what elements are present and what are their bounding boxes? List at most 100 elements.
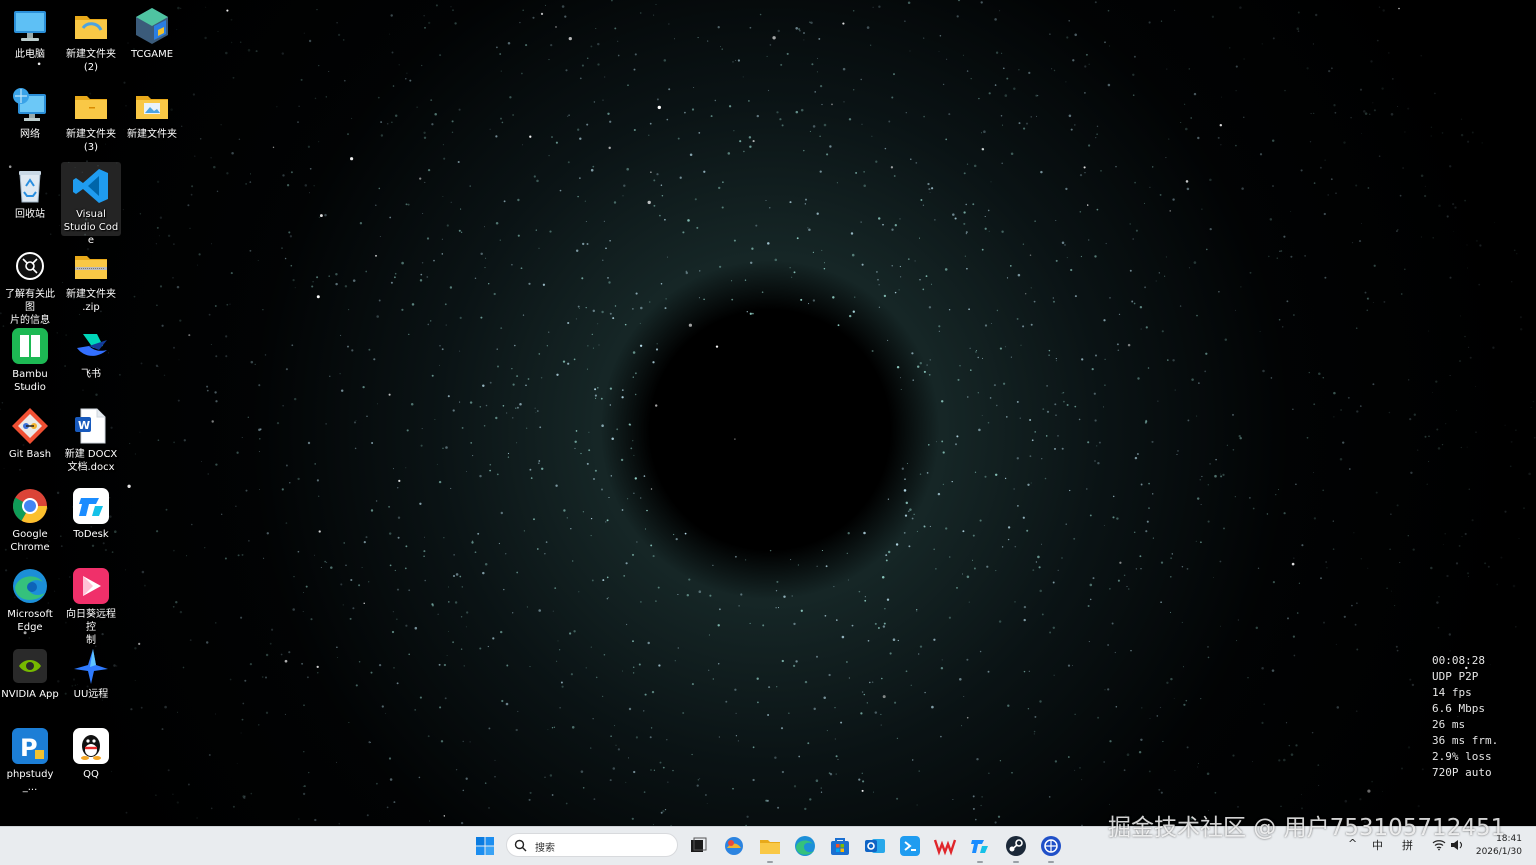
desktop-icon-label: Git Bash bbox=[8, 449, 52, 460]
task-view-button[interactable] bbox=[686, 834, 710, 858]
desktop-icon-network[interactable]: 网络 bbox=[0, 82, 60, 160]
svg-text:W: W bbox=[78, 419, 90, 432]
desktop-icon-phpstudy[interactable]: P phpstudy_... bbox=[0, 722, 60, 800]
todesk-icon bbox=[971, 840, 988, 853]
edge-taskbar-button[interactable] bbox=[793, 834, 817, 858]
desktop-icon-label: QQ bbox=[83, 769, 99, 780]
widgets-icon bbox=[725, 837, 743, 855]
watermark-text: 掘金技术社区 @ 用户753105712451 bbox=[1108, 815, 1506, 841]
zip-folder-icon bbox=[75, 256, 107, 279]
wps-button[interactable] bbox=[933, 834, 957, 858]
store-icon bbox=[831, 838, 849, 855]
folder-icon bbox=[75, 96, 107, 119]
desktop-icon-label: Google Chrome bbox=[10, 529, 50, 553]
file-explorer-icon bbox=[760, 840, 780, 854]
desktop-icon-label: 此电脑 bbox=[15, 49, 45, 60]
stats-protocol: UDP P2P bbox=[1432, 670, 1479, 683]
desktop-icon-spotlight[interactable]: 了解有关此图 片的信息 bbox=[0, 242, 60, 326]
desktop-icon-label: UU远程 bbox=[73, 689, 109, 700]
widgets-button[interactable] bbox=[722, 834, 746, 858]
desktop-icon-bambu-studio[interactable]: Bambu Studio bbox=[0, 322, 60, 400]
phpstudy-icon: P bbox=[12, 728, 48, 764]
qq-icon bbox=[73, 728, 109, 764]
todesk-taskbar-button[interactable] bbox=[968, 834, 992, 863]
todesk-icon bbox=[73, 488, 109, 524]
desktop-icon-this-pc[interactable]: 此电脑 bbox=[0, 2, 60, 80]
steam-icon bbox=[1006, 836, 1026, 856]
stats-resolution: 720P auto bbox=[1432, 766, 1492, 779]
desktop-icon-label: NVIDIA App bbox=[1, 689, 59, 700]
outlook-icon bbox=[865, 839, 885, 853]
desktop-icon-label: ToDesk bbox=[73, 529, 109, 540]
stats-frame-time: 36 ms frm. bbox=[1432, 734, 1499, 747]
desktop-icon-label: TCGAME bbox=[130, 49, 174, 60]
stream-stats-overlay: 00:08:28 UDP P2P 14 fps 6.6 Mbps 26 ms 3… bbox=[1432, 653, 1498, 781]
desktop-icon-nvidia-app[interactable]: NVIDIA App bbox=[0, 642, 60, 720]
windows-start-icon bbox=[476, 837, 494, 855]
file-explorer-button[interactable] bbox=[758, 834, 782, 863]
desktop-icon-label: 回收站 bbox=[15, 209, 45, 220]
vscode-app-icon bbox=[900, 836, 920, 856]
task-view-icon bbox=[691, 837, 707, 852]
wps-icon bbox=[933, 839, 957, 856]
stats-time: 00:08:28 bbox=[1432, 654, 1485, 667]
desktop-icon-new-folder-zip[interactable]: 新建文件夹 .zip bbox=[61, 242, 121, 320]
search-placeholder: 搜索 bbox=[535, 843, 555, 854]
sunlogin-icon bbox=[73, 568, 109, 604]
taskbar-search[interactable]: 搜索 bbox=[506, 833, 678, 857]
desktop-icon-new-folder[interactable]: 新建文件夹 bbox=[122, 82, 182, 160]
desktop-icon-tcgame[interactable]: TCGAME bbox=[122, 2, 182, 80]
desktop-icon-sunlogin[interactable]: 向日葵远程控 制 bbox=[61, 562, 121, 646]
chrome-icon bbox=[13, 489, 47, 523]
bambu-studio-icon bbox=[12, 328, 48, 364]
desktop-icon-label: Bambu Studio bbox=[12, 369, 48, 393]
svg-text:P: P bbox=[20, 734, 38, 762]
vscode-icon bbox=[73, 169, 108, 203]
starfield-wallpaper bbox=[0, 0, 1536, 826]
desktop-icon-new-docx[interactable]: W 新建 DOCX 文档.docx bbox=[61, 402, 121, 480]
network-icon bbox=[13, 88, 46, 121]
spotlight-icon bbox=[16, 252, 44, 280]
folder-icon bbox=[75, 16, 107, 39]
folder-icon bbox=[136, 96, 168, 119]
stats-fps: 14 fps bbox=[1432, 686, 1472, 699]
desktop-icon-new-folder-3[interactable]: 新建文件夹 (3) bbox=[61, 82, 121, 160]
desktop-icon-visual-studio-code[interactable]: Visual Studio Code bbox=[61, 162, 121, 246]
edge-icon bbox=[795, 836, 815, 856]
desktop-icon-recycle-bin[interactable]: 回收站 bbox=[0, 162, 60, 240]
desktop-icon-label: 新建 DOCX 文档.docx bbox=[64, 449, 118, 473]
clock-date: 2026/1/30 bbox=[1475, 847, 1522, 857]
this-pc-icon bbox=[14, 11, 46, 41]
desktop-icon-todesk[interactable]: ToDesk bbox=[61, 482, 121, 560]
desktop-icon-uu-remote[interactable]: UU远程 bbox=[61, 642, 121, 720]
desktop-icon-label: Microsoft Edge bbox=[7, 609, 53, 633]
desktop-icon-label: 飞书 bbox=[81, 369, 101, 380]
desktop-icon-label: 新建文件夹 .zip bbox=[66, 289, 116, 313]
desktop-wallpaper: 此电脑 网络 回收站 了解有关此图 片的信息 Bambu Studio Git … bbox=[0, 0, 1536, 826]
outlook-button[interactable] bbox=[863, 834, 887, 858]
search-icon bbox=[514, 839, 527, 852]
desktop-icon-git-bash[interactable]: Git Bash bbox=[0, 402, 60, 480]
desktop-icon-qq[interactable]: QQ bbox=[61, 722, 121, 800]
desktop-icon-google-chrome[interactable]: Google Chrome bbox=[0, 482, 60, 560]
nvidia-icon bbox=[13, 649, 47, 683]
edge-icon bbox=[13, 569, 47, 603]
word-doc-icon: W bbox=[75, 408, 106, 444]
steam-button[interactable] bbox=[1004, 834, 1028, 863]
uu-remote-icon bbox=[74, 649, 108, 684]
network-tool-icon bbox=[1041, 836, 1061, 856]
desktop-icon-label: 新建文件夹 bbox=[127, 129, 177, 140]
vscode-taskbar-button[interactable] bbox=[898, 834, 922, 858]
store-button[interactable] bbox=[828, 834, 852, 858]
stats-latency: 26 ms bbox=[1432, 718, 1466, 731]
desktop-icon-new-folder-2[interactable]: 新建文件夹 (2) bbox=[61, 2, 121, 80]
desktop-icon-feishu[interactable]: 飞书 bbox=[61, 322, 121, 400]
desktop-icon-label: 网络 bbox=[20, 129, 40, 140]
start-button[interactable] bbox=[473, 834, 497, 858]
tcgame-icon bbox=[136, 8, 168, 44]
git-bash-icon bbox=[12, 408, 48, 444]
stats-loss: 2.9% loss bbox=[1432, 750, 1492, 763]
network-tool-button[interactable] bbox=[1039, 834, 1063, 863]
desktop-icon-microsoft-edge[interactable]: Microsoft Edge bbox=[0, 562, 60, 640]
desktop-icon-label: 新建文件夹 (2) bbox=[66, 49, 116, 73]
